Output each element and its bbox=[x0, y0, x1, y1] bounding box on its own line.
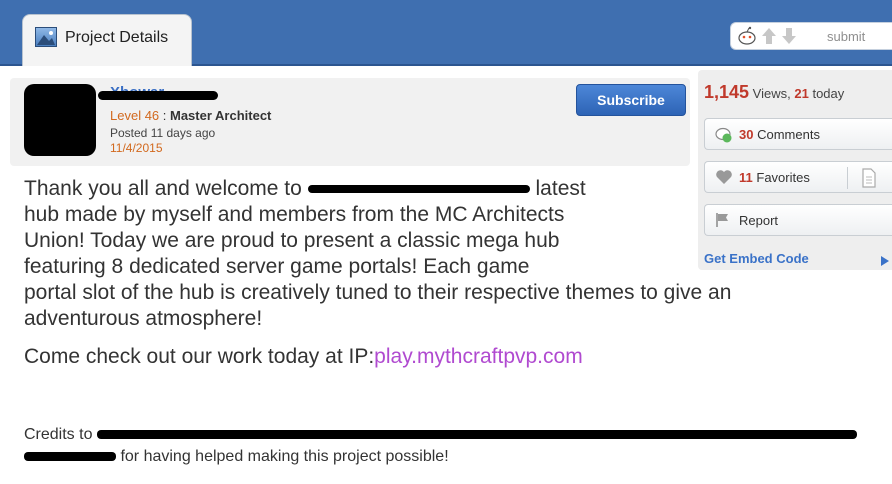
ip-prefix: Come check out our work today at IP: bbox=[24, 345, 375, 368]
reddit-alien-icon[interactable] bbox=[737, 26, 757, 51]
views-line: 1,145 Views, 21 today bbox=[704, 82, 844, 103]
credits-prefix: Credits to bbox=[24, 426, 93, 443]
subscribe-button[interactable]: Subscribe bbox=[576, 84, 686, 116]
play-arrow-icon[interactable] bbox=[880, 254, 890, 272]
redaction-bar bbox=[24, 452, 116, 462]
redaction-bar bbox=[98, 91, 218, 100]
credits-suffix: for having helped making this project po… bbox=[120, 448, 449, 465]
tab-project-details[interactable]: Project Details bbox=[22, 14, 192, 66]
description-line: portal slot of the hub is creatively tun… bbox=[24, 281, 732, 304]
server-ip-link[interactable]: play.mythcraftpvp.com bbox=[374, 345, 583, 368]
tab-label: Project Details bbox=[65, 29, 169, 46]
level-separator: : bbox=[159, 108, 170, 123]
submit-link[interactable]: submit bbox=[827, 29, 865, 44]
posted-ago: Posted 11 days ago bbox=[110, 126, 216, 140]
image-icon bbox=[35, 27, 57, 47]
ip-line: Come check out our work today at IP:play… bbox=[24, 344, 874, 370]
author-rank: Master Architect bbox=[170, 108, 272, 123]
comments-button[interactable]: 30 Comments bbox=[704, 118, 892, 150]
description-text: Thank you all and welcome to bbox=[24, 177, 302, 200]
project-description: Thank you all and welcome to latest hub … bbox=[24, 176, 874, 370]
author-level-line: Level 46 : Master Architect bbox=[110, 108, 271, 123]
credits-line: for having helped making this project po… bbox=[24, 446, 884, 468]
avatar[interactable] bbox=[24, 84, 96, 156]
description-line: Union! Today we are proud to present a c… bbox=[24, 229, 560, 252]
comment-bubble-icon bbox=[715, 126, 733, 147]
credits: Credits to for having helped making this… bbox=[24, 424, 884, 468]
today-label: today bbox=[812, 86, 845, 101]
tab-bar: Project Details submit bbox=[0, 0, 892, 66]
redaction-bar bbox=[307, 185, 530, 194]
author-header: Xhowar Level 46 : Master Architect Poste… bbox=[10, 78, 690, 166]
comments-count: 30 bbox=[739, 127, 754, 142]
views-count: 1,145 bbox=[704, 82, 750, 102]
upvote-arrow-icon[interactable] bbox=[761, 27, 777, 50]
description-line: hub made by myself and members from the … bbox=[24, 203, 565, 226]
post-date: 11/4/2015 bbox=[110, 141, 163, 155]
description-line: featuring 8 dedicated server game portal… bbox=[24, 255, 530, 278]
description-line: Thank you all and welcome to latest bbox=[24, 176, 874, 202]
comments-text: 30 Comments bbox=[739, 127, 820, 142]
redaction-bar bbox=[96, 430, 857, 440]
author-level: Level 46 bbox=[110, 108, 160, 123]
description-line: adventurous atmosphere! bbox=[24, 307, 263, 330]
downvote-arrow-icon[interactable] bbox=[781, 27, 797, 50]
description-text: latest bbox=[535, 177, 586, 200]
voting-bar: submit bbox=[730, 22, 892, 50]
credits-line: Credits to bbox=[24, 424, 884, 446]
views-label: Views, bbox=[752, 86, 791, 101]
today-count: 21 bbox=[794, 86, 809, 101]
comments-label: Comments bbox=[757, 127, 820, 142]
